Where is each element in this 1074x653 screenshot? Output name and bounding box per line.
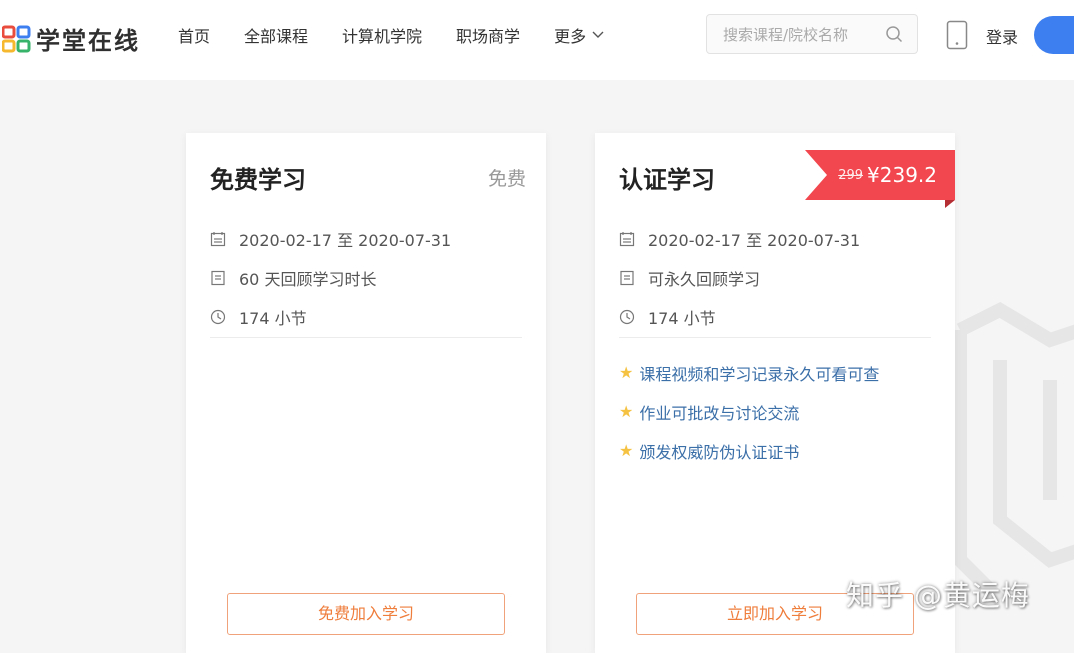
- nav-more-label: 更多: [554, 27, 587, 46]
- feature-item: ★ 颁发权威防伪认证证书: [619, 431, 939, 470]
- star-icon: ★: [619, 441, 634, 460]
- feature-list: ★ 课程视频和学习记录永久可看可查 ★ 作业可批改与讨论交流 ★ 颁发权威防伪认…: [619, 353, 939, 470]
- date-row: 2020-02-17 至 2020-07-31: [619, 219, 931, 258]
- current-price: ¥239.2: [867, 163, 937, 187]
- site-logo[interactable]: 学堂在线: [2, 21, 140, 56]
- calendar-icon: [210, 231, 226, 246]
- feature-text: 作业可批改与讨论交流: [639, 403, 800, 423]
- divider: [619, 337, 931, 338]
- feature-item: ★ 作业可批改与讨论交流: [619, 392, 939, 431]
- nav-all-courses[interactable]: 全部课程: [244, 23, 308, 47]
- section-count: 174 小节: [239, 308, 307, 328]
- free-learning-card: 免费学习 免费 2020-02-17 至 2020-07-31 60 天回顾学习…: [186, 133, 546, 653]
- main-nav: 首页 全部课程 计算机学院 职场商学 更多: [178, 0, 638, 70]
- chevron-down-icon: [592, 31, 604, 38]
- search-box: [706, 14, 918, 55]
- date-range: 2020-02-17 至 2020-07-31: [239, 230, 452, 250]
- sections-row: 174 小节: [210, 297, 522, 336]
- mobile-app-icon[interactable]: [946, 20, 968, 50]
- clock-icon: [210, 309, 226, 324]
- divider: [210, 337, 522, 338]
- date-row: 2020-02-17 至 2020-07-31: [210, 219, 522, 258]
- section-count: 174 小节: [648, 308, 716, 328]
- review-row: 可永久回顾学习: [619, 258, 931, 297]
- info-list: 2020-02-17 至 2020-07-31 可永久回顾学习 174 小节: [619, 219, 931, 336]
- search-input[interactable]: [707, 15, 895, 55]
- card-title: 免费学习: [210, 166, 306, 194]
- document-icon: [620, 270, 634, 285]
- review-row: 60 天回顾学习时长: [210, 258, 522, 297]
- date-range: 2020-02-17 至 2020-07-31: [648, 230, 861, 250]
- feature-text: 颁发权威防伪认证证书: [639, 442, 800, 462]
- nav-business[interactable]: 职场商学: [456, 23, 520, 47]
- brand-name: 学堂在线: [36, 27, 140, 55]
- star-icon: ★: [619, 402, 634, 421]
- nav-computer-school[interactable]: 计算机学院: [342, 23, 422, 47]
- sections-row: 174 小节: [619, 297, 931, 336]
- watermark-text: 知乎 @黄运梅: [846, 579, 1030, 612]
- ribbon-fold: [945, 200, 955, 208]
- login-link[interactable]: 登录: [986, 24, 1018, 48]
- feature-text: 课程视频和学习记录永久可看可查: [639, 364, 880, 384]
- calendar-icon: [619, 231, 635, 246]
- original-price: 299: [838, 167, 864, 183]
- register-button[interactable]: [1034, 16, 1074, 54]
- review-duration: 60 天回顾学习时长: [239, 269, 377, 289]
- review-duration: 可永久回顾学习: [648, 269, 761, 289]
- nav-home[interactable]: 首页: [178, 23, 210, 47]
- star-icon: ★: [619, 363, 634, 382]
- price-ribbon: 299 ¥239.2: [805, 150, 955, 200]
- info-list: 2020-02-17 至 2020-07-31 60 天回顾学习时长 174 小…: [210, 219, 522, 336]
- search-icon[interactable]: [885, 25, 903, 43]
- document-icon: [211, 270, 225, 285]
- logo-icon: [2, 25, 31, 52]
- top-header: 学堂在线 首页 全部课程 计算机学院 职场商学 更多 登录: [0, 0, 1074, 80]
- free-tag: 免费: [487, 168, 526, 190]
- free-join-button[interactable]: 免费加入学习: [227, 593, 505, 635]
- feature-item: ★ 课程视频和学习记录永久可看可查: [619, 353, 939, 392]
- clock-icon: [619, 309, 635, 324]
- nav-more[interactable]: 更多: [554, 23, 604, 47]
- card-title: 认证学习: [619, 166, 715, 194]
